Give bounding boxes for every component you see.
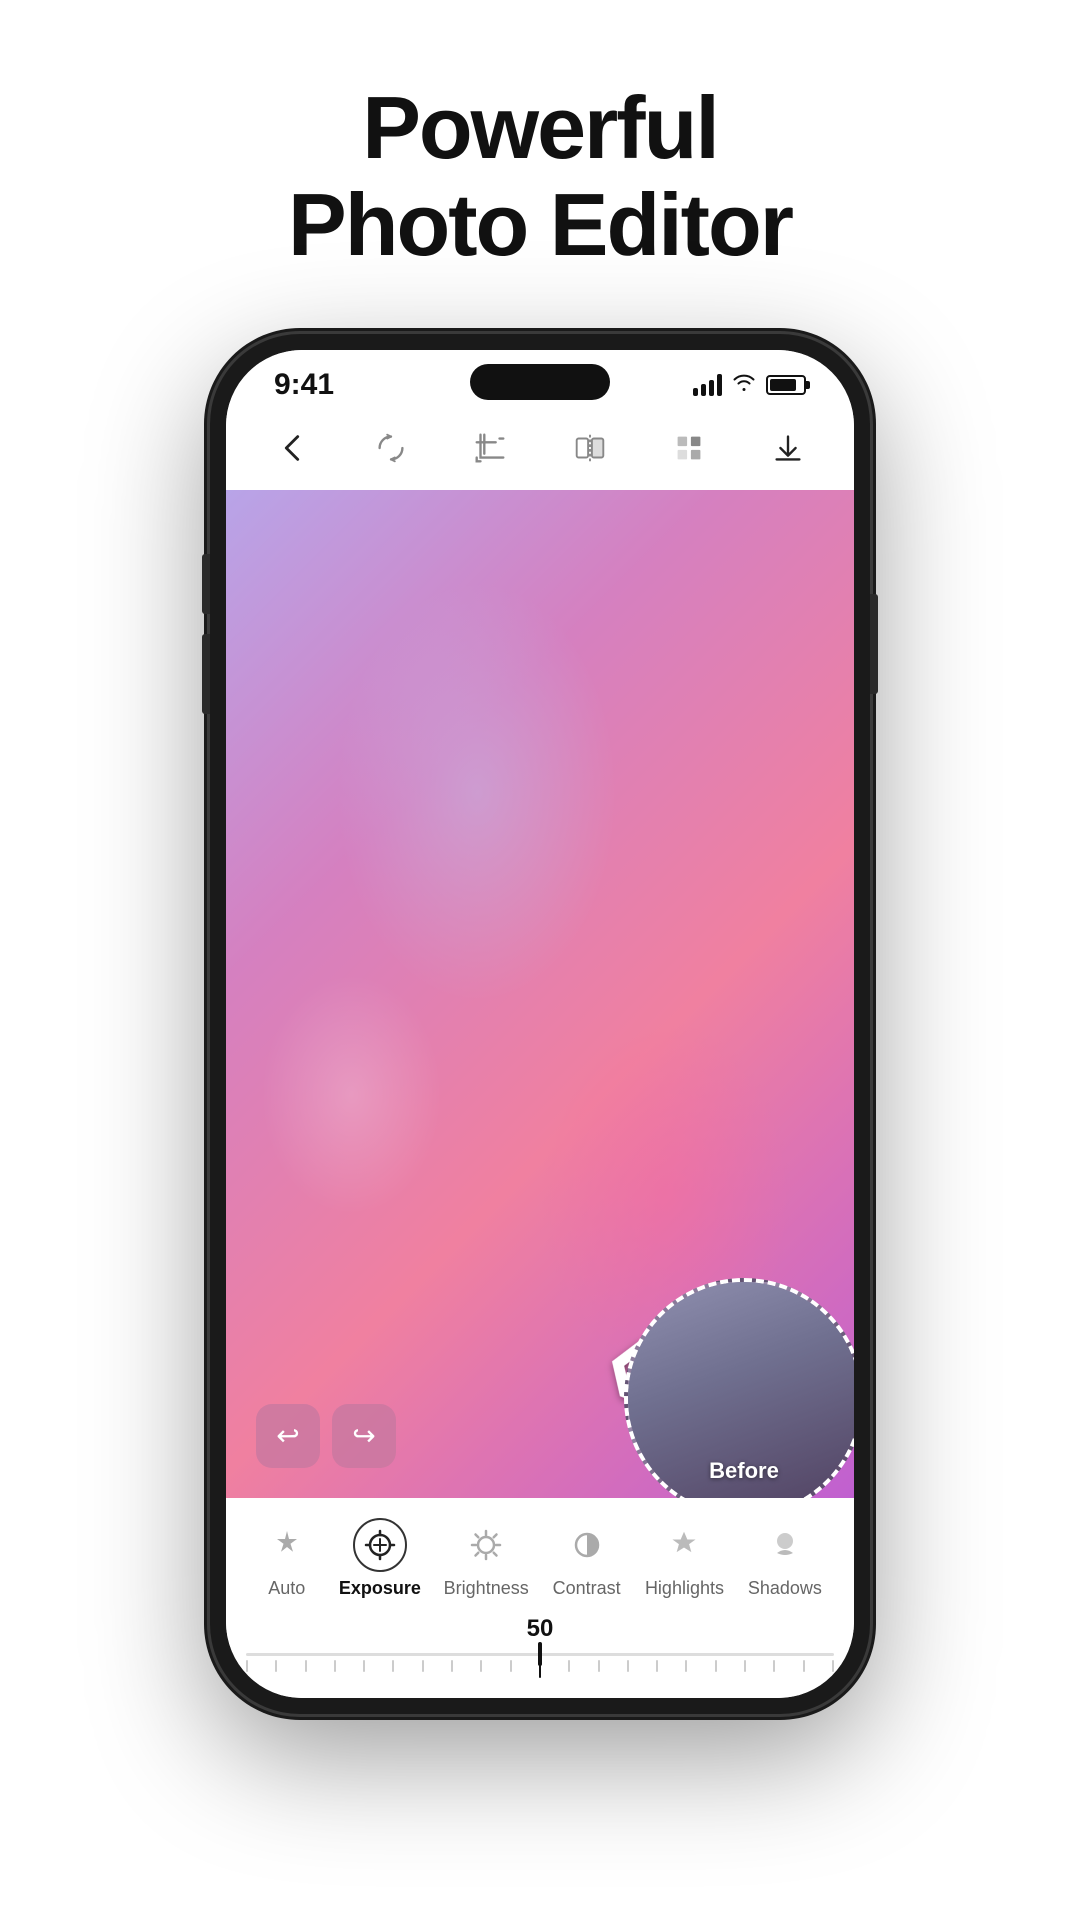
tick [305,1660,307,1672]
download-button[interactable] [762,422,814,474]
tick [363,1660,365,1672]
status-time: 9:41 [274,368,334,402]
tool-shadows[interactable]: Shadows [736,1508,834,1609]
contrast-icon-wrap [560,1518,614,1572]
crop-button[interactable] [464,422,516,474]
before-label: Before [709,1458,779,1484]
tick [832,1660,834,1672]
undo-button[interactable]: ↩ [256,1404,320,1468]
undo-redo-controls: ↩ ↪ [256,1404,396,1468]
tick [510,1660,512,1672]
tick [744,1660,746,1672]
volume-down-button [202,634,210,714]
tools-row: Auto Exposure [226,1508,854,1609]
page-title: Powerful Photo Editor [288,80,792,274]
tick [803,1660,805,1672]
tool-exposure[interactable]: Exposure [327,1508,432,1609]
tick [275,1660,277,1672]
brightness-icon-wrap [459,1518,513,1572]
tick [422,1660,424,1672]
tool-contrast[interactable]: Contrast [540,1508,633,1609]
editor-toolbar [226,412,854,490]
slider-value: 50 [527,1615,554,1642]
flip-button[interactable] [564,422,616,474]
power-button [870,594,878,694]
slider-value-row: 50 [226,1609,854,1643]
tick [656,1660,658,1672]
tick [568,1660,570,1672]
wifi-icon [732,372,756,398]
bottom-tools-panel: Auto Exposure [226,1498,854,1698]
auto-icon-wrap [260,1518,314,1572]
tick [627,1660,629,1672]
rotate-button[interactable] [365,422,417,474]
contrast-label: Contrast [553,1578,621,1599]
signal-icon [693,374,722,396]
slider-thumb [538,1642,542,1666]
tool-auto[interactable]: Auto [246,1508,327,1609]
brightness-label: Brightness [444,1578,529,1599]
tick [392,1660,394,1672]
auto-label: Auto [268,1578,305,1599]
tick [480,1660,482,1672]
tick [773,1660,775,1672]
filter-button[interactable] [663,422,715,474]
shadows-icon-wrap [758,1518,812,1572]
dynamic-island [470,364,610,400]
photo-background: ↩ ↪ ❮ Before [226,490,854,1498]
tool-highlights[interactable]: Highlights [633,1508,736,1609]
tick [715,1660,717,1672]
slider-track [246,1653,834,1656]
tool-brightness[interactable]: Brightness [432,1508,540,1609]
exposure-icon-wrap [353,1518,407,1572]
volume-up-button [202,554,210,614]
phone-mockup: 9:41 [210,334,870,1714]
tick [246,1660,248,1672]
slider-container[interactable] [226,1643,854,1698]
tick [598,1660,600,1672]
shadows-label: Shadows [748,1578,822,1599]
exposure-label: Exposure [339,1578,421,1599]
photo-canvas: ↩ ↪ ❮ Before [226,490,854,1498]
status-icons [693,372,806,398]
tick [685,1660,687,1672]
phone-screen: 9:41 [226,350,854,1698]
battery-icon [766,375,806,395]
highlights-icon-wrap [657,1518,711,1572]
highlights-label: Highlights [645,1578,724,1599]
redo-button[interactable]: ↪ [332,1404,396,1468]
back-button[interactable] [266,422,318,474]
tick [334,1660,336,1672]
tick [451,1660,453,1672]
